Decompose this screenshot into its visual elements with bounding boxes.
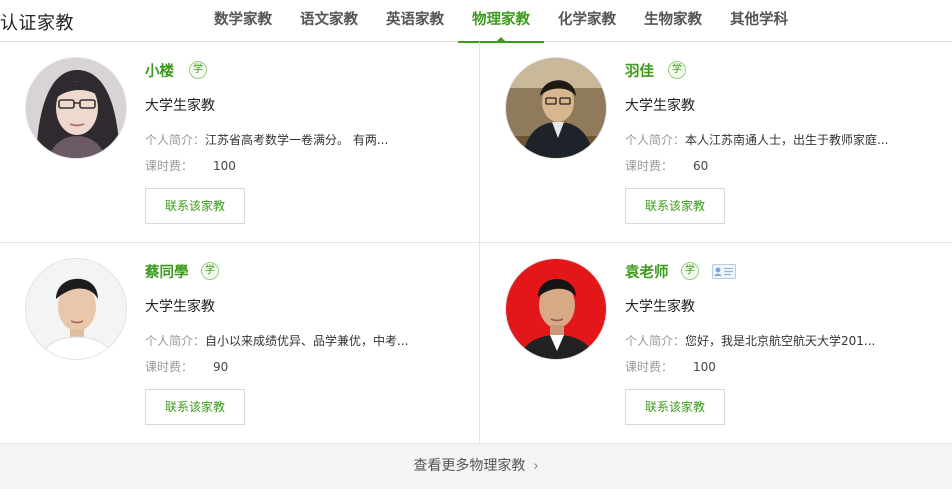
intro-text: 自小以来成绩优异、品学兼优，中考... [205,334,409,348]
tab-physics[interactable]: 物理家教 [458,0,544,43]
tutor-intro: 个人简介：您好，我是北京航空航天大学201... [625,332,875,349]
tutor-card: 羽佳 学 大学生家教 个人简介：本人江苏南通人士，出生于教师家庭... 课时费：… [480,42,950,242]
tab-english[interactable]: 英语家教 [372,0,458,42]
fee-value: 60 [693,159,709,173]
tutor-level: 大学生家教 [145,299,215,315]
contact-tutor-button[interactable]: 联系该家教 [145,188,245,224]
tutor-card: 蔡同學 学 大学生家教 个人简介：自小以来成绩优异、品学兼优，中考... 课时费… [0,243,470,443]
tutor-fee: 课时费： 60 [625,157,708,174]
header: 认证家教 数学家教 语文家教 英语家教 物理家教 化学家教 生物家教 其他学科 [0,0,952,43]
tutor-level: 大学生家教 [625,98,695,114]
tutor-intro: 个人简介：江苏省高考数学一卷满分。 有两... [145,131,388,148]
page-title: 认证家教 [0,13,74,34]
fee-label: 课时费： [145,360,194,374]
tab-chinese[interactable]: 语文家教 [286,0,372,42]
tutor-level: 大学生家教 [625,299,695,315]
tutor-fee: 课时费： 90 [145,358,228,375]
tutor-name[interactable]: 羽佳 [625,60,654,81]
tutor-card: 小楼 学 大学生家教 个人简介：江苏省高考数学一卷满分。 有两... 课时费： 1… [0,42,470,242]
intro-label: 个人简介： [145,334,206,348]
contact-tutor-button[interactable]: 联系该家教 [625,389,725,425]
tutor-card: 袁老师 学 大学生家教 个人简介：您好，我是北京航空航天大学201... 课时费… [480,243,950,443]
tutor-fee: 课时费： 100 [625,358,716,375]
student-badge-icon: 学 [681,262,699,280]
tutor-fee: 课时费： 100 [145,157,236,174]
fee-label: 课时费： [145,159,194,173]
fee-value: 100 [693,360,716,374]
avatar[interactable] [505,258,607,360]
tutor-name[interactable]: 蔡同學 [145,261,189,282]
tab-math[interactable]: 数学家教 [200,0,286,42]
tutor-grid: 小楼 学 大学生家教 个人简介：江苏省高考数学一卷满分。 有两... 课时费： 1… [0,42,952,443]
avatar[interactable] [505,57,607,159]
chevron-right-icon: › [533,459,539,474]
tutor-intro: 个人简介：自小以来成绩优异、品学兼优，中考... [145,332,408,349]
tab-chemistry[interactable]: 化学家教 [544,0,630,42]
fee-value: 90 [213,360,229,374]
tutor-level: 大学生家教 [145,98,215,114]
intro-label: 个人简介： [145,133,206,147]
tutor-name[interactable]: 袁老师 [625,261,669,282]
fee-value: 100 [213,159,236,173]
intro-text: 江苏省高考数学一卷满分。 有两... [205,133,389,147]
view-more-physics-link[interactable]: 查看更多物理家教 › [0,443,952,489]
intro-text: 您好，我是北京航空航天大学201... [685,334,876,348]
id-card-icon [712,264,736,279]
student-badge-icon: 学 [189,61,207,79]
fee-label: 课时费： [625,360,674,374]
view-more-label: 查看更多物理家教 [413,458,526,474]
contact-tutor-button[interactable]: 联系该家教 [145,389,245,425]
avatar[interactable] [25,258,127,360]
tab-other-subjects[interactable]: 其他学科 [716,0,802,42]
fee-label: 课时费： [625,159,674,173]
subject-tabs: 数学家教 语文家教 英语家教 物理家教 化学家教 生物家教 其他学科 [200,0,802,43]
student-badge-icon: 学 [201,262,219,280]
tab-biology[interactable]: 生物家教 [630,0,716,42]
intro-text: 本人江苏南通人士，出生于教师家庭... [685,133,889,147]
tutor-intro: 个人简介：本人江苏南通人士，出生于教师家庭... [625,131,888,148]
tutor-name[interactable]: 小楼 [145,60,174,81]
intro-label: 个人简介： [625,133,686,147]
intro-label: 个人简介： [625,334,686,348]
avatar[interactable] [25,57,127,159]
contact-tutor-button[interactable]: 联系该家教 [625,188,725,224]
student-badge-icon: 学 [668,61,686,79]
